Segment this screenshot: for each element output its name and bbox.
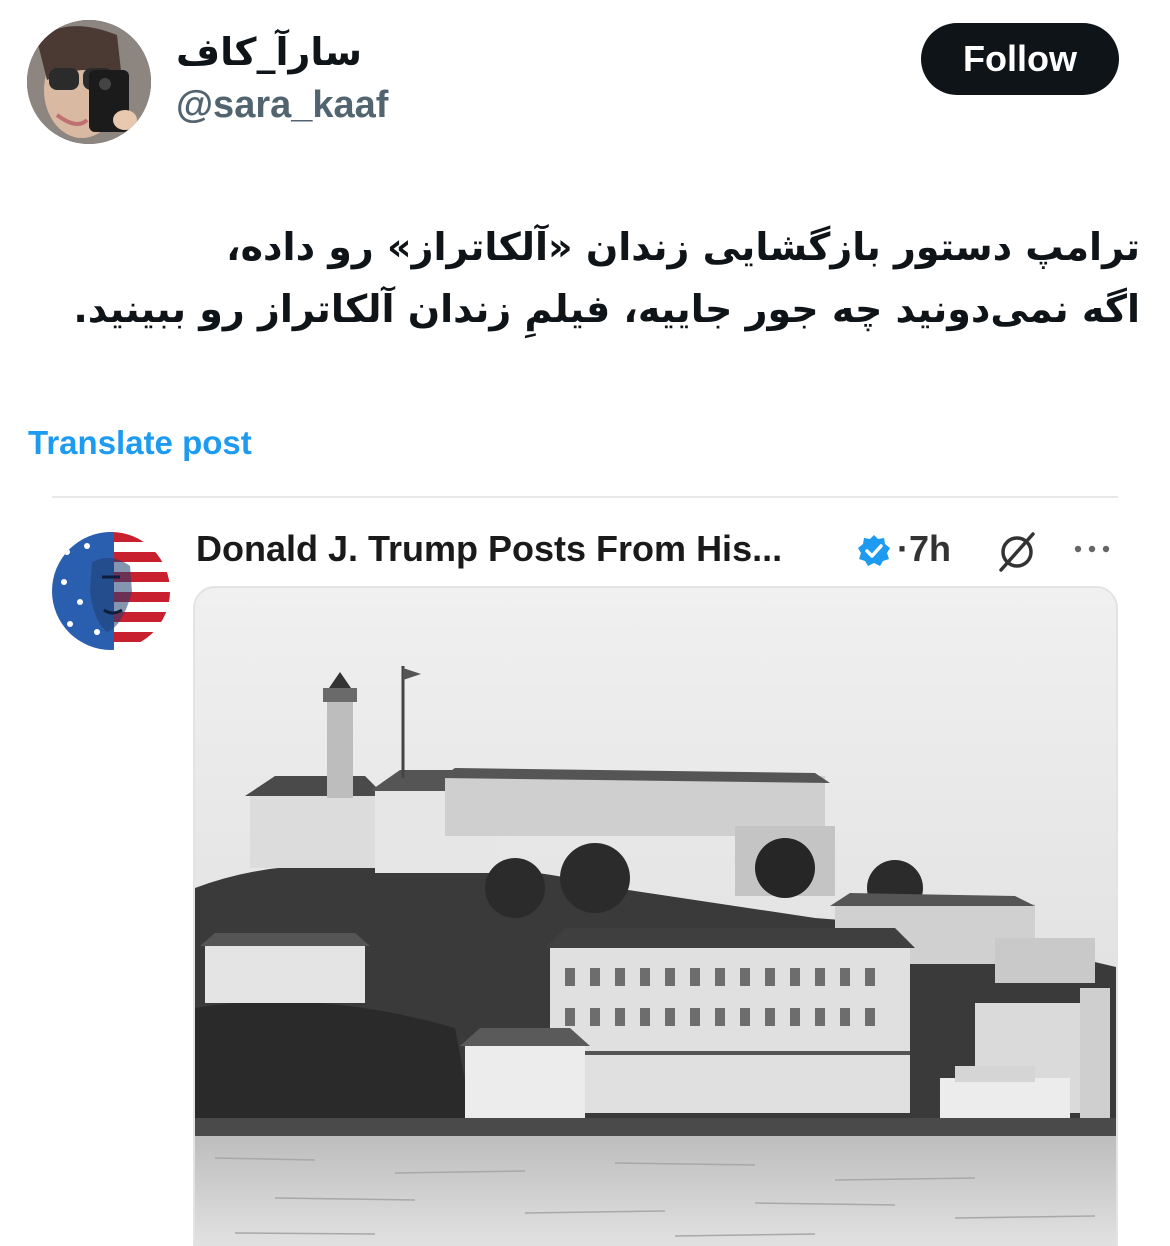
embedded-photo[interactable] [193,586,1118,1246]
more-dots-icon[interactable] [1069,534,1115,564]
post-text-line-2: اگه نمی‌دونید چه جور جاییه، فیلمِ زندان … [73,287,1140,331]
verified-badge-icon [858,535,890,566]
post-text: ترامپ دستور بازگشایی زندان «آلکاتراز» رو… [30,216,1140,340]
embedded-author-avatar[interactable] [52,532,170,650]
author-avatar-image [27,20,151,144]
divider [52,496,1118,498]
author-handle[interactable]: @sara_kaaf [176,84,388,127]
author-display-name[interactable]: سارآ_کاف [176,30,362,74]
tweet-page: سارآ_کاف @sara_kaaf Follow ترامپ دستور ب… [0,0,1170,1246]
translate-post-link[interactable]: Translate post [28,424,252,462]
embedded-author-name[interactable]: Donald J. Trump Posts From His... [196,528,782,570]
grok-icon[interactable] [995,530,1039,574]
post-text-line-1: ترامپ دستور بازگشایی زندان «آلکاتراز» رو… [226,225,1140,269]
author-avatar[interactable] [27,20,151,144]
alcatraz-photo [195,588,1116,1246]
time-value: 7h [909,528,952,569]
flag-face-avatar-image [52,532,170,650]
embedded-timestamp[interactable]: ·7h [897,528,951,570]
follow-button[interactable]: Follow [921,23,1119,95]
time-separator: · [897,528,909,569]
